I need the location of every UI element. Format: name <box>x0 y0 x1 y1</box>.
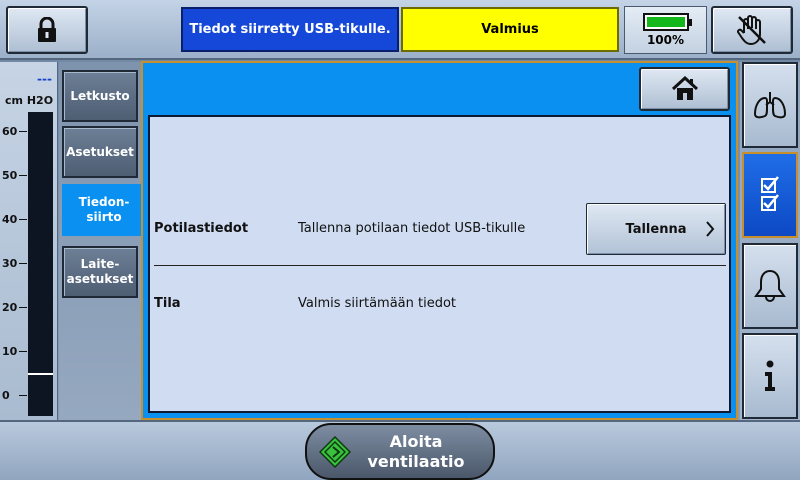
battery-percent: 100% <box>646 33 685 47</box>
tab-label-line: Tiedon- <box>78 195 130 209</box>
start-ventilation-label: Aloita ventilaatio <box>351 432 481 472</box>
tab-label: Letkusto <box>70 89 129 104</box>
status-message-primary: Tiedot siirretty USB-tikulle. <box>181 7 399 52</box>
status-message-secondary-text: Valmius <box>481 22 539 37</box>
pressure-tick-label: 30 <box>2 256 18 270</box>
tab-label: Asetukset <box>66 145 134 160</box>
pressure-tick-label: 50 <box>2 168 18 182</box>
status-message-secondary: Valmius <box>401 7 619 52</box>
status-description: Valmis siirtämään tiedot <box>298 296 457 311</box>
bottom-action-bar: Aloita ventilaatio <box>0 420 800 480</box>
home-button[interactable] <box>639 67 730 111</box>
pressure-level-marker <box>28 373 53 375</box>
pressure-tick-label: 10 <box>2 344 18 358</box>
settings-nav-button[interactable] <box>742 152 798 238</box>
tab-label-line: Asetukset <box>66 144 134 159</box>
battery-fill <box>646 17 685 27</box>
start-diamond-icon <box>319 435 351 468</box>
tab-2[interactable]: Asetukset <box>62 126 138 178</box>
pressure-unit-h2o: H2O <box>26 94 54 107</box>
lungs-icon <box>753 92 787 119</box>
pressure-tick: 30 <box>2 256 28 270</box>
info-nav-button[interactable] <box>742 333 798 419</box>
pressure-tick-label: 40 <box>2 212 18 226</box>
top-status-bar: Tiedot siirretty USB-tikulle. Valmius 10… <box>0 0 800 60</box>
main-panel-frame: Potilastiedot Tallenna potilaan tiedot U… <box>141 61 738 420</box>
pressure-tick: 50 <box>2 168 28 182</box>
stop-hand-icon <box>737 15 766 45</box>
pressure-tick: 20 <box>2 300 28 314</box>
stop-button[interactable] <box>711 6 793 54</box>
battery-indicator: 100% <box>624 6 707 54</box>
save-button-label: Tallenna <box>625 221 687 237</box>
pressure-tick-mark <box>19 350 27 352</box>
ventilation-nav-button[interactable] <box>742 62 798 148</box>
tab-label-line: Laite- <box>80 257 120 271</box>
start-ventilation-line2: ventilaatio <box>367 451 465 471</box>
tab-3[interactable]: Tiedon-siirto <box>62 184 146 236</box>
tab-label-line: Letkusto <box>70 88 130 103</box>
row-divider <box>154 265 726 266</box>
pressure-tick: 40 <box>2 212 28 226</box>
tab-4[interactable]: Laite-asetukset <box>62 246 138 298</box>
side-navigation <box>740 62 800 420</box>
status-label: Tila <box>154 296 181 311</box>
pressure-tick-mark <box>19 394 27 396</box>
tab-label: Tiedon-siirto <box>79 195 130 225</box>
battery-icon <box>642 13 692 31</box>
pressure-tick-mark <box>19 306 27 308</box>
checklist-icon <box>761 176 779 211</box>
pressure-tick-label: 60 <box>2 124 18 138</box>
tab-1[interactable]: Letkusto <box>62 70 138 122</box>
pressure-readout: --- <box>37 72 52 86</box>
pressure-tick-mark <box>19 262 27 264</box>
lock-icon <box>38 17 56 42</box>
tab-label: Laite-asetukset <box>67 257 134 287</box>
home-icon <box>671 76 698 100</box>
pressure-tick: 0 <box>2 388 28 402</box>
tab-label-line: siirto <box>86 210 122 224</box>
start-ventilation-button[interactable]: Aloita ventilaatio <box>305 423 495 480</box>
pressure-tick: 60 <box>2 124 28 138</box>
pressure-tick-mark <box>19 130 27 132</box>
pressure-tick-label: 0 <box>2 388 10 402</box>
alarm-bell-icon <box>754 269 786 302</box>
pressure-unit-cm: cm <box>5 94 23 107</box>
pressure-tick-label: 20 <box>2 300 18 314</box>
section-tabs: Letkusto Asetukset Tiedon-siirto Laite-aset… <box>59 62 146 420</box>
ventilator-screen: Tiedot siirretty USB-tikulle. Valmius 10… <box>0 0 800 480</box>
alarms-nav-button[interactable] <box>742 243 798 329</box>
status-message-primary-text: Tiedot siirretty USB-tikulle. <box>189 22 391 37</box>
chevron-right-icon <box>706 221 715 237</box>
pressure-tick-mark <box>19 174 27 176</box>
pressure-tick: 10 <box>2 344 28 358</box>
patient-data-label: Potilastiedot <box>154 221 249 236</box>
info-icon <box>765 360 775 391</box>
start-ventilation-line1: Aloita <box>389 431 443 451</box>
patient-data-description: Tallenna potilaan tiedot USB-tikulle <box>298 221 526 236</box>
save-button[interactable]: Tallenna <box>586 203 726 255</box>
pressure-unit: cm H2O <box>5 94 53 107</box>
tab-label-line: asetukset <box>66 272 134 286</box>
data-transfer-panel: Potilastiedot Tallenna potilaan tiedot U… <box>148 115 731 413</box>
pressure-tick-mark <box>19 218 27 220</box>
pressure-gauge: --- cm H2O 60 50 40 30 20 10 0 <box>0 62 58 420</box>
lock-button[interactable] <box>6 6 88 54</box>
pressure-bar <box>28 112 53 416</box>
